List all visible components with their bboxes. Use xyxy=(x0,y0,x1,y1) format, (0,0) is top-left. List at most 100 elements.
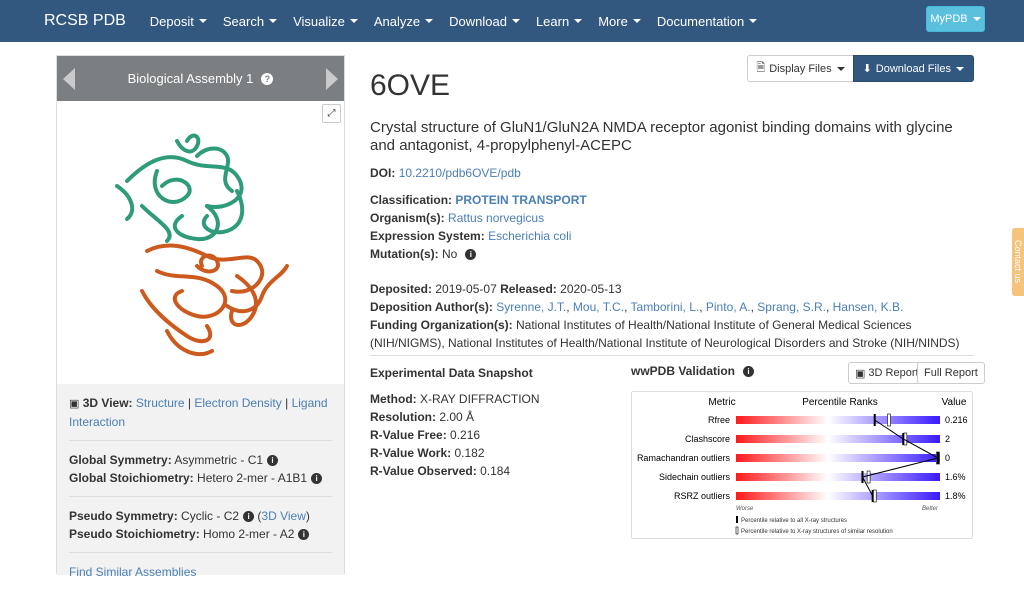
validation-metric-row: RSRZ outliers 1.8% xyxy=(674,489,966,503)
previous-assembly-arrow-icon[interactable] xyxy=(63,68,75,90)
mypdb-button[interactable]: MyPDB xyxy=(926,6,985,32)
author-link[interactable]: Sprang, S.R. xyxy=(757,300,826,314)
find-similar-block: Find Similar Assemblies xyxy=(69,553,332,590)
pseudo-symmetry-block: Pseudo Symmetry: Cyclic - C2 i (3D View) … xyxy=(69,497,332,553)
expression-link[interactable]: Escherichia coli xyxy=(488,229,571,243)
nav-item-visualize[interactable]: Visualize xyxy=(293,14,358,29)
method-row: Method: X-RAY DIFFRACTION xyxy=(370,392,540,406)
caret-down-icon xyxy=(749,19,758,23)
author-link[interactable]: Tamborini, L. xyxy=(631,300,700,314)
info-icon[interactable]: i xyxy=(311,473,323,485)
nav-menu: Deposit Search Visualize Analyze Downloa… xyxy=(150,14,773,29)
caret-down-icon xyxy=(956,66,964,71)
caret-down-icon xyxy=(574,19,583,23)
doi-link[interactable]: 10.2210/pdb6OVE/pdb xyxy=(399,166,521,180)
organism-link[interactable]: Rattus norvegicus xyxy=(448,211,544,225)
classification-row: Classification: PROTEIN TRANSPORT xyxy=(370,193,587,207)
download-files-button[interactable]: ⬇ Download Files xyxy=(852,55,974,82)
assembly-title: Biological Assembly 1 xyxy=(127,71,254,86)
chain-b-ribbon xyxy=(140,243,289,357)
percentile-similar-marker xyxy=(866,470,871,484)
protein-structure-image xyxy=(115,133,289,357)
caret-down-icon xyxy=(511,19,520,23)
file-button-group: 🗎 Display Files ⬇ Download Files xyxy=(747,55,974,82)
author-link[interactable]: Syrenne, J.T. xyxy=(496,300,566,314)
value-column-header: Value xyxy=(942,397,967,408)
info-icon[interactable]: i xyxy=(743,365,755,377)
metric-value: 0 xyxy=(945,453,950,463)
info-icon[interactable]: i xyxy=(243,511,255,523)
question-icon[interactable]: ? xyxy=(261,72,274,85)
download-icon: ⬇ xyxy=(862,63,872,75)
percentile-bar xyxy=(736,416,940,424)
expression-row: Expression System: Escherichia coli xyxy=(370,229,572,243)
global-stoichiometry-value: Hetero 2-mer - A1B1 xyxy=(197,471,308,485)
pseudo-3d-view-link[interactable]: 3D View xyxy=(261,509,305,523)
global-symmetry-value: Asymmetric - C1 xyxy=(174,453,264,467)
author-link[interactable]: Pinto, A. xyxy=(706,300,751,314)
brand-logo[interactable]: RCSB PDB xyxy=(44,12,126,30)
experimental-title: Experimental Data Snapshot xyxy=(370,366,533,380)
find-similar-assemblies-link[interactable]: Find Similar Assemblies xyxy=(69,565,196,579)
3d-report-button[interactable]: ▣ 3D Report xyxy=(848,362,926,384)
structure-link[interactable]: Structure xyxy=(136,396,185,410)
cube-icon: ▣ xyxy=(855,367,866,380)
rfree-row: R-Value Free: 0.216 xyxy=(370,428,481,442)
validation-slider-box[interactable]: Metric Percentile Ranks Value Rfree 0.216… xyxy=(631,391,973,539)
organism-row: Organism(s): Rattus norvegicus xyxy=(370,211,545,225)
worse-label: Worse xyxy=(736,506,754,512)
rwork-row: R-Value Work: 0.182 xyxy=(370,446,485,460)
experimental-snapshot: Experimental Data Snapshot Method: X-RAY… xyxy=(370,364,540,480)
structure-viewer[interactable]: ⤢ xyxy=(57,101,344,384)
caret-down-icon xyxy=(632,19,641,23)
electron-density-link[interactable]: Electron Density xyxy=(194,396,281,410)
percentile-bar xyxy=(736,454,940,462)
info-icon[interactable]: i xyxy=(298,529,310,541)
robs-row: R-Value Observed: 0.184 xyxy=(370,464,511,478)
caret-down-icon xyxy=(349,19,358,23)
info-icon[interactable]: i xyxy=(267,455,279,467)
validation-metric-row: Ramachandran outliers 0 xyxy=(637,451,950,465)
legend-all-marker xyxy=(736,516,738,523)
metric-value: 0.216 xyxy=(945,415,968,425)
full-report-button[interactable]: Full Report xyxy=(917,362,985,384)
percentile-column-header: Percentile Ranks xyxy=(802,397,878,408)
metric-column-header: Metric xyxy=(708,397,735,408)
caret-down-icon xyxy=(836,66,845,71)
author-link[interactable]: Mou, T.C. xyxy=(573,300,624,314)
nav-item-search[interactable]: Search xyxy=(223,14,278,29)
section-divider xyxy=(370,355,974,356)
author-link[interactable]: Hansen, K.B. xyxy=(833,300,904,314)
expand-icon[interactable]: ⤢ xyxy=(322,104,341,123)
view-links-block: ▣ 3D View: Structure | Electron Density … xyxy=(69,384,332,441)
nav-item-analyze[interactable]: Analyze xyxy=(374,14,434,29)
feedback-tab[interactable]: Contact us xyxy=(1012,228,1024,296)
global-stoichiometry-label: Global Stoichiometry: xyxy=(69,471,194,485)
validation-header: wwPDB Validation i xyxy=(631,364,755,378)
file-icon: 🗎 xyxy=(756,62,766,74)
info-icon[interactable]: i xyxy=(465,249,477,261)
entry-main: 🗎 Display Files ⬇ Download Files 6OVE Crys… xyxy=(370,55,974,352)
nav-item-deposit[interactable]: Deposit xyxy=(150,14,207,29)
view-label: 3D View: xyxy=(82,396,133,410)
caret-down-icon xyxy=(198,19,207,23)
legend-all-text: Percentile relative to all X-ray structu… xyxy=(741,518,847,524)
global-symmetry-block: Global Symmetry: Asymmetric - C1 i Global… xyxy=(69,441,332,497)
next-assembly-arrow-icon[interactable] xyxy=(326,68,338,90)
nav-item-more[interactable]: More xyxy=(598,14,641,29)
percentile-similar-marker xyxy=(887,413,891,427)
authors-row: Deposition Author(s): Syrenne, J.T., Mou… xyxy=(370,300,904,314)
percentile-bar xyxy=(736,492,940,500)
metric-value: 1.6% xyxy=(945,472,966,482)
validation-metric-row: Sidechain outliers 1.6% xyxy=(659,470,966,484)
caret-down-icon xyxy=(425,19,434,23)
display-files-button[interactable]: 🗎 Display Files xyxy=(747,55,854,82)
nav-item-learn[interactable]: Learn xyxy=(536,14,583,29)
metric-name: Sidechain outliers xyxy=(659,472,731,482)
nav-item-documentation[interactable]: Documentation xyxy=(657,14,758,29)
metric-value: 2 xyxy=(945,434,950,444)
metric-name: Ramachandran outliers xyxy=(637,453,731,463)
nav-item-download[interactable]: Download xyxy=(449,14,520,29)
classification-link[interactable]: PROTEIN TRANSPORT xyxy=(455,193,586,207)
assembly-header: Biological Assembly 1 ? xyxy=(57,56,344,101)
